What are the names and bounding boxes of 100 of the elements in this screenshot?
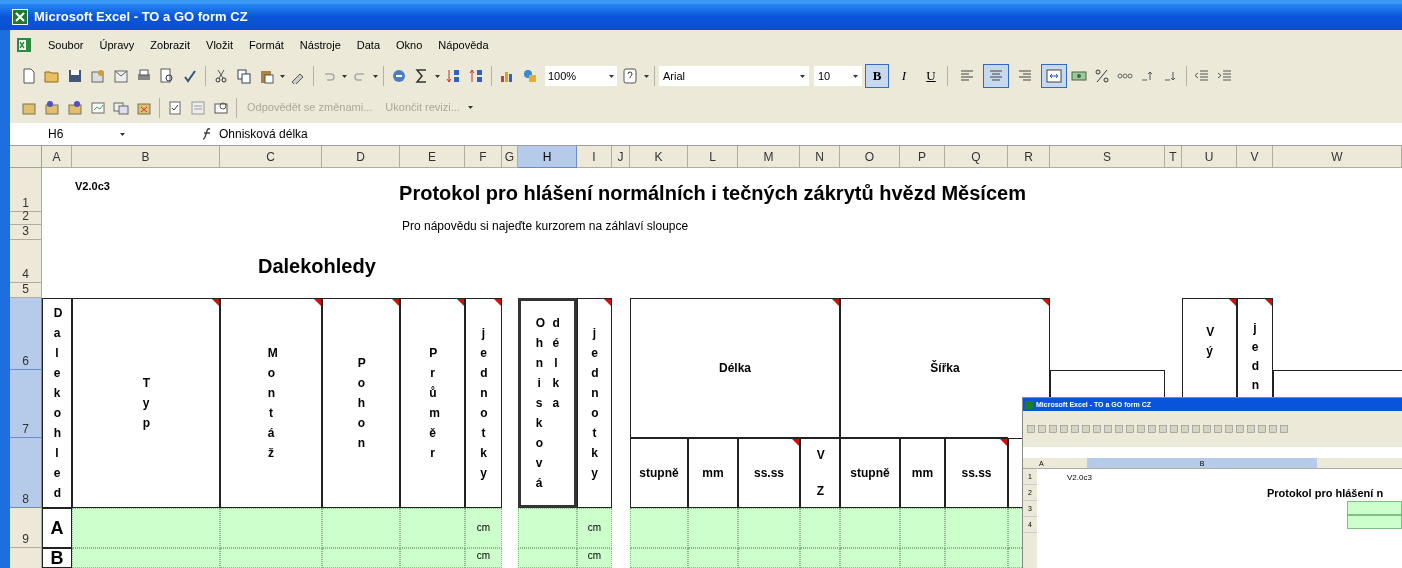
header-cell[interactable] — [1273, 370, 1402, 397]
row-header[interactable] — [10, 548, 42, 568]
header-cell[interactable] — [1050, 370, 1165, 397]
row-header[interactable]: 8 — [10, 438, 42, 508]
menu-item[interactable]: Zobrazit — [142, 36, 199, 54]
column-header[interactable]: Q — [945, 146, 1008, 168]
header-cell[interactable]: jedn — [1237, 298, 1273, 397]
input-cell[interactable] — [220, 508, 322, 548]
input-cell[interactable] — [322, 508, 400, 548]
dropdown-arrow-icon[interactable] — [342, 74, 347, 78]
dropdown-arrow-icon[interactable] — [435, 74, 440, 78]
header-cell[interactable]: Pohon — [322, 298, 400, 508]
spelling-icon[interactable] — [182, 68, 198, 84]
align-right-icon[interactable] — [1017, 68, 1033, 84]
reviewing-pane-icon[interactable] — [213, 99, 229, 116]
header-cell[interactable] — [1008, 438, 1022, 508]
header-cell[interactable]: jednotky — [465, 298, 502, 508]
print-preview-icon[interactable] — [159, 68, 175, 84]
header-cell[interactable]: stupně — [840, 438, 900, 508]
menu-item[interactable]: Data — [348, 36, 389, 54]
input-cell[interactable] — [688, 548, 738, 568]
column-header[interactable]: W — [1273, 146, 1402, 168]
input-cell[interactable] — [72, 548, 220, 568]
percent-icon[interactable] — [1094, 68, 1110, 84]
column-header[interactable]: F — [465, 146, 502, 168]
dropdown-arrow-icon[interactable] — [373, 74, 378, 78]
select-all-corner[interactable] — [10, 146, 42, 168]
header-cell[interactable]: Dalekohled — [42, 298, 72, 508]
column-header[interactable]: D — [322, 146, 400, 168]
save-icon[interactable] — [67, 68, 83, 84]
row-header[interactable]: 1 — [10, 168, 42, 212]
dropdown-arrow-icon[interactable] — [644, 74, 649, 78]
insert-function-icon[interactable] — [201, 127, 213, 141]
align-center-icon[interactable] — [988, 68, 1004, 84]
font-size-dropdown[interactable]: 10 — [814, 66, 862, 86]
input-cell[interactable] — [945, 548, 1008, 568]
input-cell[interactable] — [900, 548, 945, 568]
column-header[interactable]: K — [630, 146, 688, 168]
column-header[interactable]: C — [220, 146, 322, 168]
workbook-icon[interactable] — [16, 37, 32, 53]
dropdown-arrow-icon[interactable] — [280, 74, 285, 78]
copy-icon[interactable] — [236, 68, 252, 84]
permission-icon[interactable] — [90, 68, 106, 84]
header-cell[interactable]: Průměr — [400, 298, 465, 508]
sort-descending-icon[interactable] — [468, 68, 484, 84]
input-cell[interactable] — [400, 548, 465, 568]
menu-item[interactable]: Okno — [388, 36, 431, 54]
input-cell[interactable] — [1008, 548, 1022, 568]
header-cell[interactable]: mm — [900, 438, 945, 508]
column-header[interactable]: L — [688, 146, 738, 168]
sort-ascending-icon[interactable] — [445, 68, 461, 84]
column-header[interactable]: B — [72, 146, 220, 168]
column-header[interactable]: P — [900, 146, 945, 168]
decrease-indent-icon[interactable] — [1194, 68, 1210, 84]
menu-item[interactable]: Úpravy — [91, 36, 143, 54]
header-cell[interactable]: ss.ss — [945, 438, 1008, 508]
column-header[interactable]: N — [800, 146, 840, 168]
input-cell[interactable] — [220, 548, 322, 568]
input-cell[interactable] — [800, 548, 840, 568]
open-folder-icon[interactable] — [44, 68, 60, 84]
menu-item[interactable]: Nápověda — [430, 36, 497, 54]
accept-changes-icon[interactable] — [190, 99, 206, 116]
input-cell[interactable] — [630, 548, 688, 568]
input-cell[interactable] — [840, 508, 900, 548]
header-cell[interactable]: Šířka — [840, 298, 1050, 397]
menu-item[interactable]: Soubor — [40, 36, 92, 54]
italic-button[interactable]: I — [892, 64, 916, 88]
header-cell[interactable]: jednotky — [577, 298, 612, 508]
menu-item[interactable]: Nástroje — [291, 36, 349, 54]
header-cell[interactable]: Montáž — [220, 298, 322, 508]
column-header[interactable]: A — [42, 146, 72, 168]
header-cell[interactable]: stupně — [630, 438, 688, 508]
email-icon[interactable] — [113, 68, 129, 84]
column-header[interactable]: E — [400, 146, 465, 168]
input-cell[interactable] — [800, 508, 840, 548]
input-cell[interactable] — [518, 508, 577, 548]
header-cell[interactable]: mm — [688, 438, 738, 508]
column-header[interactable]: V — [1237, 146, 1273, 168]
column-header[interactable]: H — [518, 146, 577, 168]
menu-item[interactable]: Vložit — [198, 36, 241, 54]
new-comment-icon[interactable] — [44, 99, 60, 116]
column-header[interactable]: S — [1050, 146, 1165, 168]
input-cell[interactable] — [738, 548, 800, 568]
new-document-icon[interactable] — [21, 68, 37, 84]
zoom-dropdown[interactable]: 100% — [545, 66, 617, 86]
input-cell[interactable] — [900, 508, 945, 548]
input-cell[interactable] — [518, 548, 577, 568]
show-all-comments-icon[interactable] — [113, 99, 129, 116]
input-cell[interactable] — [840, 548, 900, 568]
track-changes-icon[interactable] — [167, 99, 183, 116]
cut-icon[interactable] — [213, 68, 229, 84]
align-left-icon[interactable] — [959, 68, 975, 84]
column-header[interactable]: G — [502, 146, 518, 168]
dropdown-arrow-icon[interactable] — [467, 106, 473, 109]
row-header[interactable]: 4 — [10, 240, 42, 283]
input-cell[interactable] — [688, 508, 738, 548]
header-cell[interactable]: VZ — [800, 438, 840, 508]
merge-and-center-icon[interactable] — [1046, 68, 1062, 84]
currency-icon[interactable] — [1071, 68, 1087, 84]
header-cell[interactable]: ss.ss — [738, 438, 800, 508]
